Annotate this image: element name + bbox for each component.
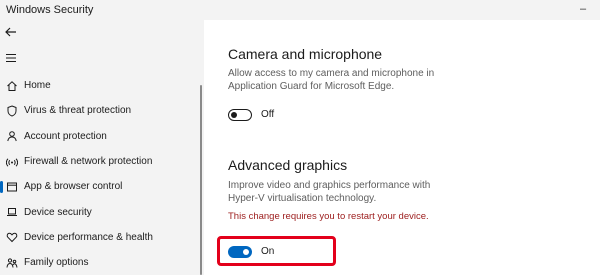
sidebar: Home Virus & threat protection Account p… bbox=[0, 20, 204, 275]
camera-microphone-toggle-label: Off bbox=[261, 109, 275, 120]
sidebar-item-firewall-network-protection[interactable]: Firewall & network protection bbox=[0, 149, 200, 174]
sidebar-item-device-performance-health[interactable]: Device performance & health bbox=[0, 225, 200, 250]
sidebar-item-label: Virus & threat protection bbox=[24, 105, 132, 117]
app-window-icon bbox=[7, 182, 17, 192]
back-arrow-icon[interactable] bbox=[4, 25, 18, 39]
sidebar-item-label: Device performance & health bbox=[24, 231, 153, 243]
camera-microphone-toggle[interactable] bbox=[228, 109, 252, 121]
sidebar-item-label: App & browser control bbox=[24, 181, 123, 193]
window-title: Windows Security bbox=[6, 4, 94, 16]
sidebar-nav: Home Virus & threat protection Account p… bbox=[0, 73, 200, 275]
camera-microphone-description: Allow access to my camera and microphone… bbox=[228, 68, 435, 92]
sidebar-item-family-options[interactable]: Family options bbox=[0, 250, 200, 275]
laptop-icon bbox=[7, 208, 17, 217]
sidebar-item-device-security[interactable]: Device security bbox=[0, 199, 200, 224]
sidebar-item-label: Home bbox=[24, 80, 51, 92]
heart-icon bbox=[6, 233, 18, 243]
restart-warning-text: This change requires you to restart your… bbox=[228, 211, 429, 222]
advanced-graphics-description: Improve video and graphics performance w… bbox=[228, 180, 431, 204]
sidebar-item-app-browser-control[interactable]: App & browser control bbox=[0, 174, 200, 199]
title-bar: Windows Security – bbox=[0, 0, 600, 20]
toggle-knob bbox=[243, 249, 249, 255]
main-content: Camera and microphone Allow access to my… bbox=[204, 20, 600, 275]
advanced-graphics-title: Advanced graphics bbox=[228, 157, 348, 173]
wifi-icon bbox=[6, 157, 18, 167]
sidebar-item-home[interactable]: Home bbox=[0, 73, 200, 98]
sidebar-item-virus-threat-protection[interactable]: Virus & threat protection bbox=[0, 98, 200, 123]
camera-microphone-title: Camera and microphone bbox=[228, 46, 383, 62]
hamburger-menu-icon[interactable] bbox=[4, 51, 18, 65]
sidebar-scrollbar[interactable] bbox=[200, 85, 202, 275]
sidebar-item-label: Device security bbox=[24, 206, 92, 218]
advanced-graphics-toggle[interactable] bbox=[228, 246, 252, 258]
shield-icon bbox=[7, 105, 17, 117]
person-icon bbox=[7, 131, 17, 142]
toggle-knob bbox=[231, 112, 237, 118]
advanced-graphics-toggle-label: On bbox=[261, 246, 275, 257]
sidebar-item-label: Family options bbox=[24, 257, 89, 269]
home-icon bbox=[7, 80, 17, 91]
sidebar-item-account-protection[interactable]: Account protection bbox=[0, 124, 200, 149]
sidebar-item-label: Account protection bbox=[24, 130, 107, 142]
family-icon bbox=[6, 258, 18, 268]
minimize-button[interactable]: – bbox=[578, 4, 588, 15]
sidebar-item-label: Firewall & network protection bbox=[24, 156, 153, 168]
